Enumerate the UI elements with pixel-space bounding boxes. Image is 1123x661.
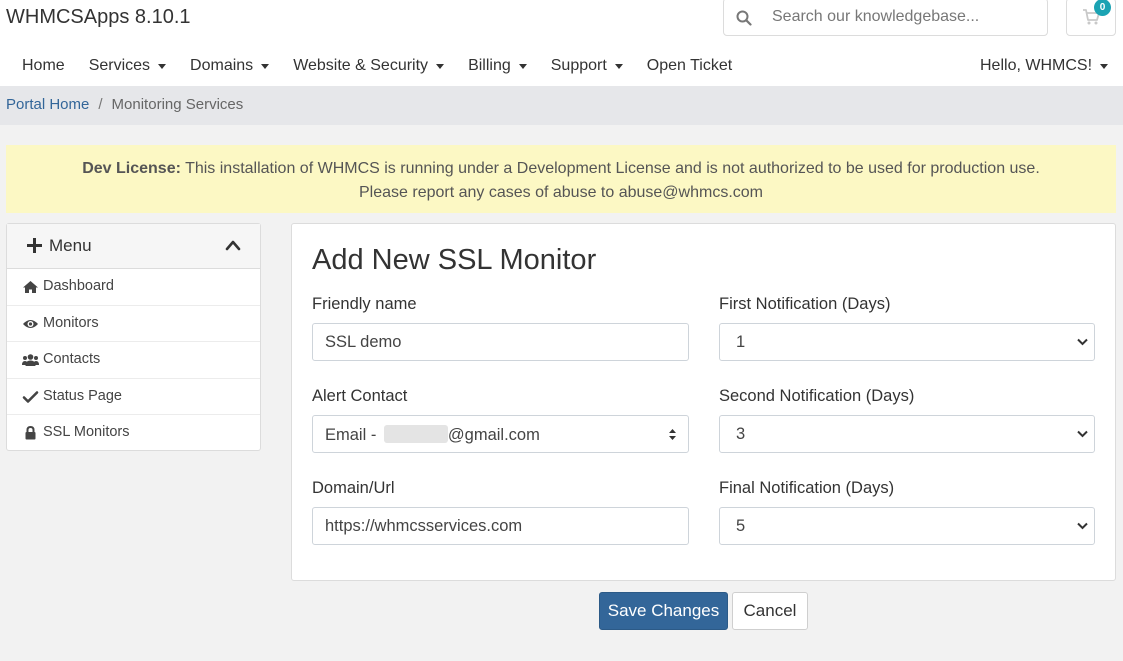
nav-open-ticket[interactable]: Open Ticket <box>635 55 744 77</box>
search-icon <box>736 10 752 26</box>
main-nav: Home Services Domains Website & Security… <box>10 55 744 77</box>
user-menu[interactable]: Hello, WHMCS! <box>980 55 1109 77</box>
redacted-email-block <box>383 425 448 443</box>
breadcrumb-current: Monitoring Services <box>111 96 244 113</box>
first-notification-label: First Notification (Days) <box>719 295 891 313</box>
dev-license-alert: Dev License: This installation of WHMCS … <box>6 145 1116 213</box>
nav-website-security[interactable]: Website & Security <box>281 55 456 77</box>
plus-icon <box>27 238 42 253</box>
home-icon <box>23 281 38 293</box>
final-notification-select[interactable]: 5 <box>719 507 1095 545</box>
check-icon <box>22 390 39 403</box>
eye-icon <box>23 319 38 328</box>
sidebar-item-monitors[interactable]: Monitors <box>7 306 260 343</box>
alert-contact-prefix: Email - <box>325 426 381 444</box>
nav-home[interactable]: Home <box>10 55 77 77</box>
domain-url-input[interactable] <box>312 507 689 545</box>
breadcrumb-bar: Portal Home / Monitoring Services <box>0 86 1123 125</box>
sidebar-item-label: Status Page <box>43 387 122 404</box>
select-value: 5 <box>736 517 746 535</box>
sidebar-item-label: Dashboard <box>43 278 114 294</box>
sidebar-header[interactable]: Menu <box>7 224 260 269</box>
second-notification-select[interactable]: 3 <box>719 415 1095 453</box>
chevron-down-icon <box>1077 522 1088 530</box>
nav-label: Support <box>550 57 607 74</box>
sidebar-item-label: Monitors <box>43 314 99 331</box>
cart-count-badge: 0 <box>1094 0 1111 16</box>
caret-down-icon <box>158 63 167 69</box>
nav-domains[interactable]: Domains <box>178 55 281 77</box>
brand-logo[interactable]: WHMCSApps 8.10.1 <box>6 6 191 29</box>
sidebar-item-label: Contacts <box>43 351 101 368</box>
cancel-button[interactable]: Cancel <box>732 592 808 630</box>
caret-down-icon <box>1100 63 1109 69</box>
nav-label: Home <box>22 57 65 74</box>
page-title: Add New SSL Monitor <box>312 244 597 276</box>
caret-down-icon <box>436 63 445 69</box>
alert-line-2: Please report any cases of abuse to abus… <box>359 184 763 201</box>
first-notification-select[interactable]: 1 <box>719 323 1095 361</box>
users-icon <box>22 354 39 367</box>
nav-label: Open Ticket <box>646 57 733 74</box>
nav-billing[interactable]: Billing <box>456 55 539 77</box>
alert-contact-suffix: @gmail.com <box>447 426 540 444</box>
friendly-name-input[interactable] <box>312 323 689 361</box>
user-menu-label: Hello, WHMCS! <box>980 57 1093 74</box>
search-input[interactable] <box>772 5 1037 29</box>
search-box[interactable] <box>723 0 1048 36</box>
nav-services[interactable]: Services <box>77 55 178 77</box>
sidebar-item-ssl-monitors[interactable]: SSL Monitors <box>7 415 260 452</box>
second-notification-label: Second Notification (Days) <box>719 387 915 405</box>
sidebar-item-status-page[interactable]: Status Page <box>7 379 260 416</box>
alert-text: This installation of WHMCS is running un… <box>180 160 1040 177</box>
nav-label: Billing <box>468 57 511 74</box>
breadcrumb-portal-home[interactable]: Portal Home <box>6 96 89 113</box>
caret-down-icon <box>261 63 270 69</box>
top-header: WHMCSApps 8.10.1 0 Home Services Domains… <box>0 0 1123 86</box>
select-value: 3 <box>736 425 746 443</box>
select-value: 1 <box>736 333 746 351</box>
sidebar-item-dashboard[interactable]: Dashboard <box>7 269 260 306</box>
breadcrumb: Portal Home / Monitoring Services <box>6 96 243 113</box>
cart-button[interactable]: 0 <box>1066 0 1116 36</box>
domain-url-label: Domain/Url <box>312 479 395 497</box>
breadcrumb-separator: / <box>98 96 103 113</box>
ssl-monitor-form: Add New SSL Monitor Friendly name First … <box>291 223 1116 581</box>
nav-label: Domains <box>190 57 254 74</box>
sidebar-item-label: SSL Monitors <box>43 424 130 441</box>
alert-line-1: Dev License: This installation of WHMCS … <box>6 157 1116 181</box>
chevron-down-icon <box>1077 338 1088 346</box>
select-value: Email - @gmail.com <box>325 425 540 445</box>
alert-strong: Dev License: <box>82 160 181 177</box>
nav-support[interactable]: Support <box>539 55 635 77</box>
sidebar-menu: Menu Dashboard Monitors Contacts Status … <box>6 223 261 451</box>
alert-contact-select[interactable]: Email - @gmail.com <box>312 415 689 453</box>
sidebar-item-contacts[interactable]: Contacts <box>7 342 260 379</box>
caret-down-icon <box>518 63 527 69</box>
friendly-name-label: Friendly name <box>312 295 417 313</box>
nav-label: Website & Security <box>293 57 429 74</box>
chevron-down-icon <box>1077 430 1088 438</box>
lock-icon <box>25 426 36 440</box>
caret-down-icon <box>614 63 623 69</box>
alert-contact-label: Alert Contact <box>312 387 408 405</box>
sort-arrows-icon <box>669 429 676 440</box>
final-notification-label: Final Notification (Days) <box>719 479 895 497</box>
nav-label: Services <box>88 57 151 74</box>
chevron-up-icon[interactable] <box>225 239 241 251</box>
sidebar-title: Menu <box>49 236 92 255</box>
save-changes-button[interactable]: Save Changes <box>599 592 728 630</box>
